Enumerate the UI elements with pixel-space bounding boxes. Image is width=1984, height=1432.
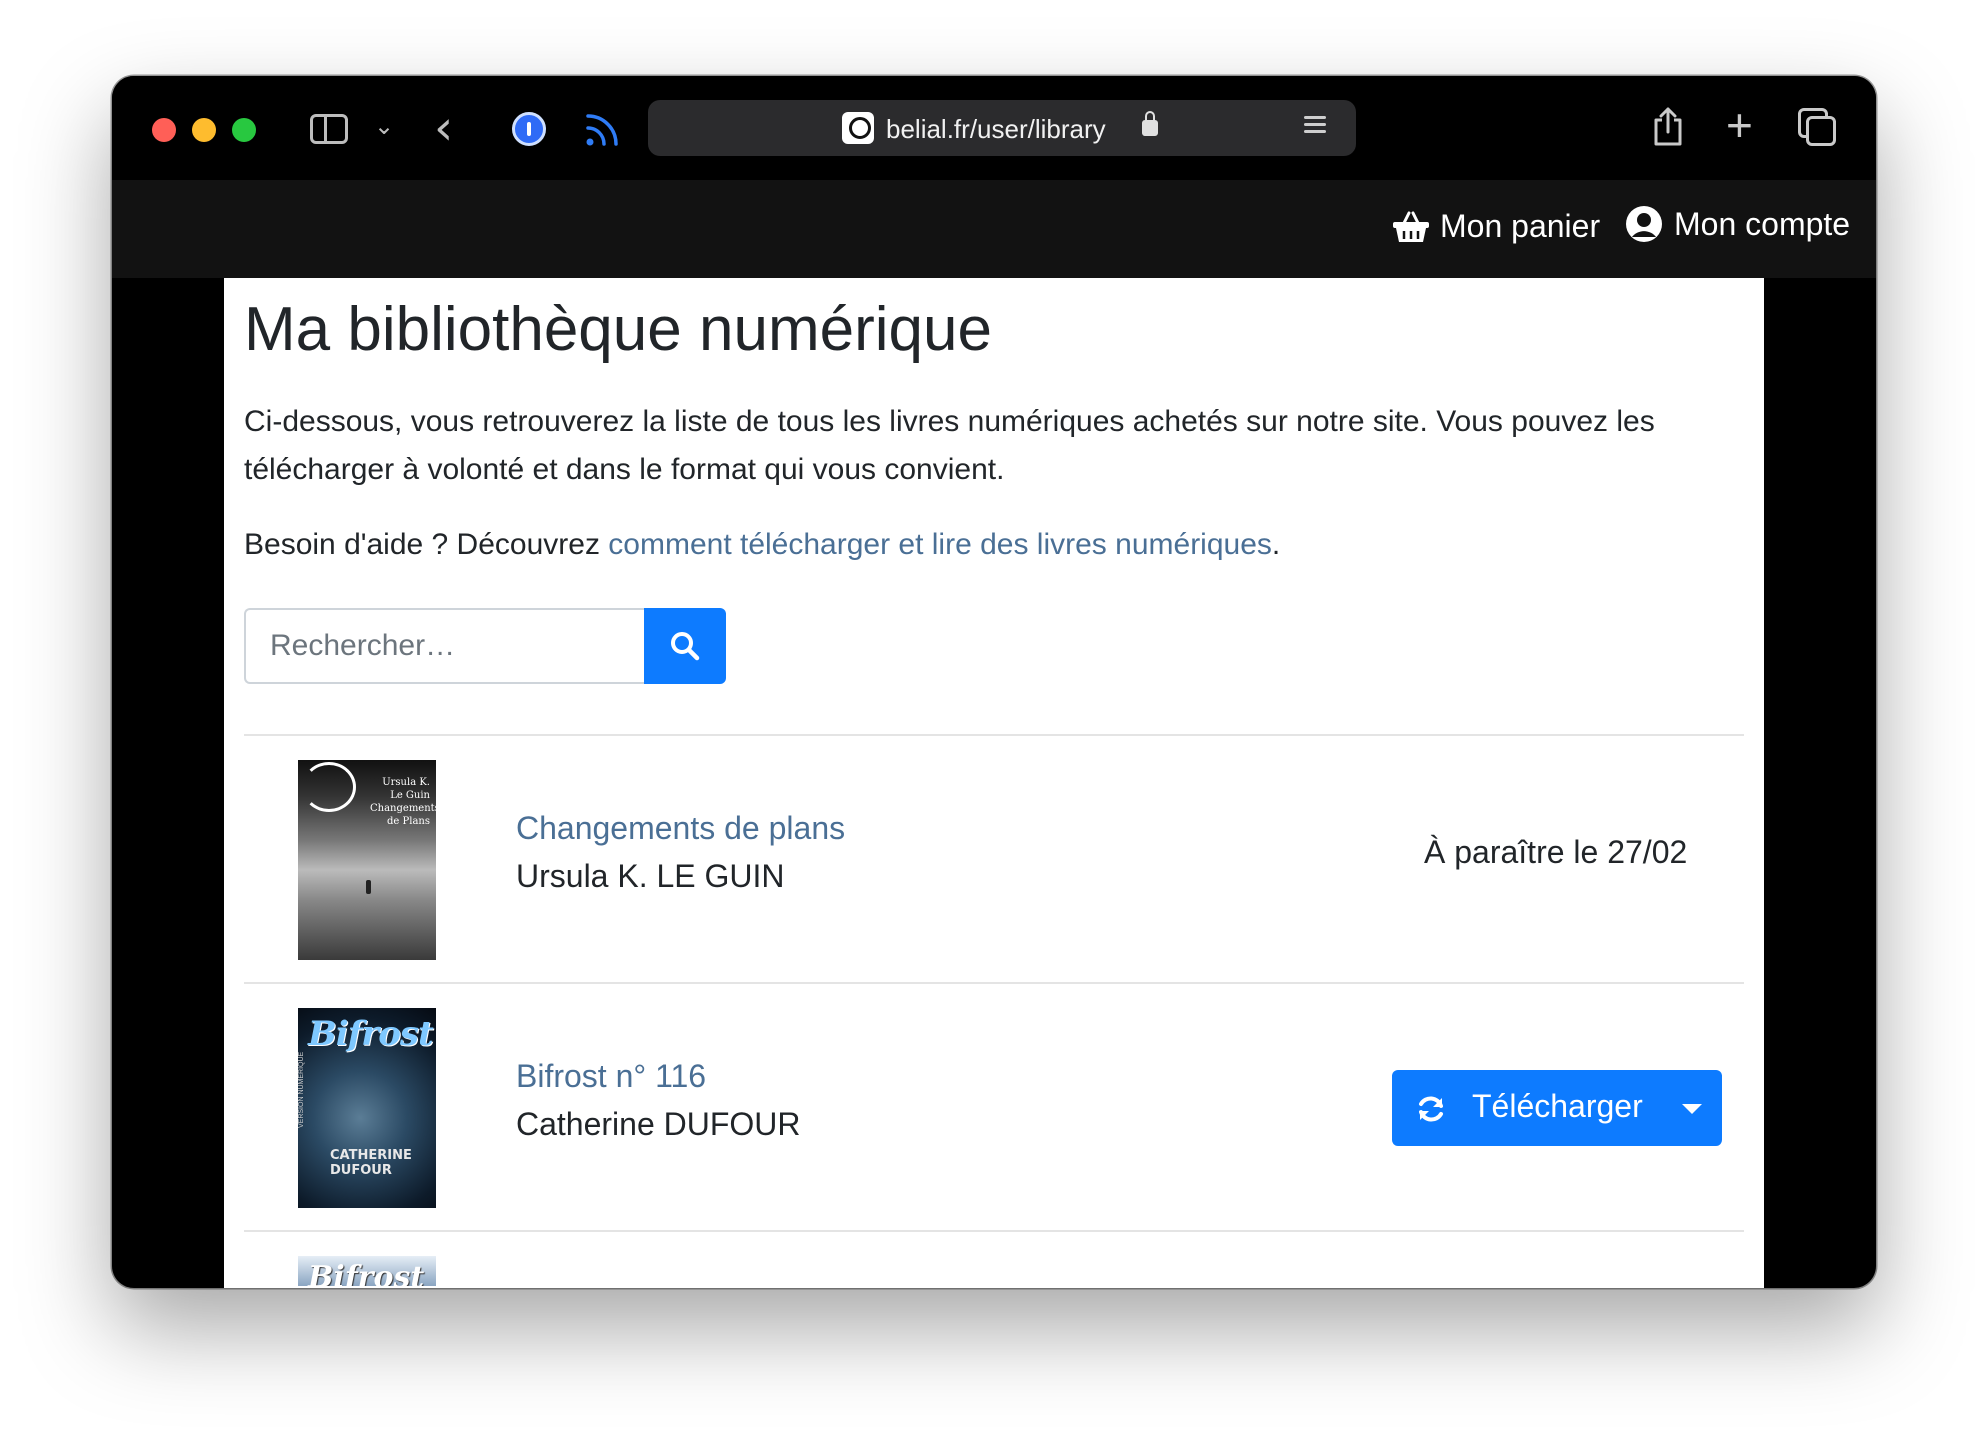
- cover-title: Bifrost: [308, 1260, 425, 1286]
- help-prefix: Besoin d'aide ? Découvrez: [244, 528, 609, 561]
- account-link[interactable]: Mon compte: [1624, 204, 1850, 244]
- download-label: Télécharger: [1472, 1088, 1643, 1124]
- site-favicon-icon: [842, 112, 874, 144]
- refresh-icon: [1419, 1096, 1443, 1122]
- minimize-window-button[interactable]: [192, 118, 216, 142]
- cover-title: Bifrost: [308, 1014, 434, 1054]
- cart-link[interactable]: Mon panier: [1392, 208, 1600, 245]
- caret-down-icon[interactable]: [1682, 1104, 1702, 1114]
- password-manager-icon[interactable]: [512, 112, 546, 146]
- new-tab-icon[interactable]: +: [1726, 98, 1753, 152]
- user-icon: [1626, 206, 1662, 242]
- url-text[interactable]: belial.fr/user/library: [886, 114, 1106, 145]
- cover-author: CATHERINE DUFOUR: [330, 1148, 412, 1178]
- list-item: Ursula K. Le Guin Changements de Plans C…: [244, 736, 1744, 986]
- list-item: Bifrost: [244, 1232, 1744, 1288]
- tab-overview-icon[interactable]: [1798, 108, 1836, 146]
- book-author: Catherine DUFOUR: [516, 1106, 801, 1142]
- figure-icon: [366, 880, 371, 894]
- lock-icon: [1142, 111, 1158, 136]
- sidebar-toggle-icon[interactable]: [310, 114, 348, 144]
- search-input[interactable]: [244, 608, 644, 684]
- search-button[interactable]: [644, 608, 726, 684]
- book-cover[interactable]: Bifrost: [298, 1256, 436, 1286]
- intro-text: Ci-dessous, vous retrouverez la liste de…: [244, 405, 1655, 486]
- close-window-button[interactable]: [152, 118, 176, 142]
- share-icon[interactable]: [1652, 106, 1684, 146]
- basket-icon: [1393, 211, 1429, 242]
- book-title-link[interactable]: Bifrost n° 116: [516, 1058, 706, 1095]
- book-author: Ursula K. LE GUIN: [516, 858, 785, 894]
- book-cover[interactable]: Ursula K. Le Guin Changements de Plans: [298, 760, 436, 960]
- zoom-window-button[interactable]: [232, 118, 256, 142]
- chevron-down-icon[interactable]: ⌄: [374, 112, 394, 141]
- cart-label: Mon panier: [1440, 208, 1601, 244]
- help-text: Besoin d'aide ? Découvrez comment téléch…: [244, 528, 1280, 562]
- account-label: Mon compte: [1674, 205, 1851, 242]
- page-title: Ma bibliothèque numérique: [244, 295, 992, 364]
- reader-mode-icon[interactable]: [1304, 116, 1326, 140]
- help-link[interactable]: comment télécharger et lire des livres n…: [608, 528, 1272, 561]
- cover-title: Ursula K. Le Guin Changements de Plans: [370, 777, 436, 827]
- rss-icon[interactable]: [584, 110, 622, 148]
- browser-window: ⌄ ‹ belial.fr/user/library + Mon panier …: [112, 76, 1876, 1288]
- main-content: Ma bibliothèque numérique Ci-dessous, vo…: [224, 278, 1764, 1288]
- site-header: Mon panier Mon compte: [112, 180, 1876, 278]
- help-suffix: .: [1271, 528, 1281, 561]
- browser-toolbar: ⌄ ‹ belial.fr/user/library +: [112, 76, 1876, 180]
- cover-side-text: VERSION NUMÉRIQUE: [298, 1051, 305, 1128]
- download-button[interactable]: Télécharger: [1392, 1070, 1722, 1146]
- book-title-link[interactable]: Changements de plans: [516, 810, 845, 847]
- book-cover[interactable]: Bifrost VERSION NUMÉRIQUE CATHERINE DUFO…: [298, 1008, 436, 1208]
- list-item: Bifrost VERSION NUMÉRIQUE CATHERINE DUFO…: [244, 984, 1744, 1234]
- swirl-logo-icon: [302, 762, 356, 812]
- address-bar[interactable]: belial.fr/user/library: [648, 100, 1356, 156]
- release-status: À paraître le 27/02: [1424, 834, 1688, 870]
- search-icon: [671, 632, 700, 661]
- back-arrow-icon[interactable]: ‹: [434, 100, 453, 156]
